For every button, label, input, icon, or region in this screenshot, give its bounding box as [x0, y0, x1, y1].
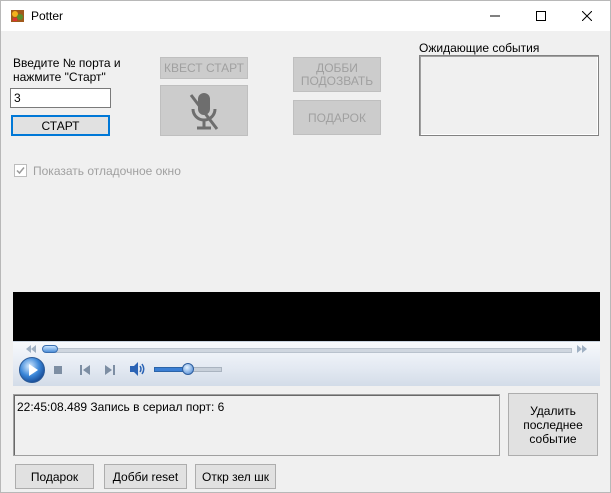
- previous-icon[interactable]: [79, 364, 91, 376]
- open-green-cabinet-button[interactable]: Откр зел шк: [195, 464, 276, 489]
- seek-thumb[interactable]: [42, 345, 58, 353]
- start-button[interactable]: СТАРТ: [11, 115, 110, 136]
- debug-checkbox-label: Показать отладочное окно: [33, 164, 181, 178]
- fast-forward-icon[interactable]: [576, 344, 588, 354]
- log-textbox[interactable]: 22:45:08.489 Запись в сериал порт: 6: [13, 394, 500, 456]
- main-window: Potter Введите № порта и нажмите "Старт"…: [0, 0, 611, 493]
- close-icon: [582, 11, 592, 21]
- microphone-muted-icon: [189, 92, 219, 130]
- volume-thumb[interactable]: [182, 363, 194, 375]
- window-title: Potter: [31, 9, 64, 23]
- delete-last-event-button[interactable]: Удалить последнее событие: [508, 393, 598, 456]
- close-button[interactable]: [564, 1, 610, 31]
- video-area: [13, 292, 600, 341]
- stop-icon[interactable]: [53, 365, 63, 375]
- events-label: Ожидающие события: [419, 41, 540, 55]
- events-listbox[interactable]: [419, 55, 599, 136]
- dobbi-call-button[interactable]: ДОББИ ПОДОЗВАТЬ: [293, 57, 381, 92]
- debug-checkbox[interactable]: [14, 164, 27, 177]
- minimize-icon: [490, 15, 500, 17]
- maximize-button[interactable]: [518, 1, 564, 31]
- port-instruction-label: Введите № порта и нажмите "Старт": [13, 56, 121, 84]
- rewind-icon[interactable]: [25, 344, 37, 354]
- title-bar: Potter: [1, 1, 610, 31]
- next-icon[interactable]: [104, 364, 116, 376]
- gift-button[interactable]: Подарок: [15, 464, 94, 489]
- gift-big-button[interactable]: ПОДАРОК: [293, 100, 381, 135]
- player-controls: [13, 341, 600, 386]
- potter-app-icon: [11, 10, 24, 22]
- speaker-icon[interactable]: [129, 361, 147, 377]
- checkmark-icon: [16, 167, 25, 175]
- port-input[interactable]: 3: [10, 88, 111, 108]
- mic-toggle-button[interactable]: [160, 85, 248, 136]
- seek-track[interactable]: [50, 348, 572, 353]
- dobbi-reset-button[interactable]: Добби reset: [104, 464, 187, 489]
- quest-start-button[interactable]: КВЕСТ СТАРТ: [160, 57, 248, 79]
- play-icon[interactable]: [18, 356, 46, 384]
- minimize-button[interactable]: [472, 1, 518, 31]
- maximize-icon: [536, 11, 546, 21]
